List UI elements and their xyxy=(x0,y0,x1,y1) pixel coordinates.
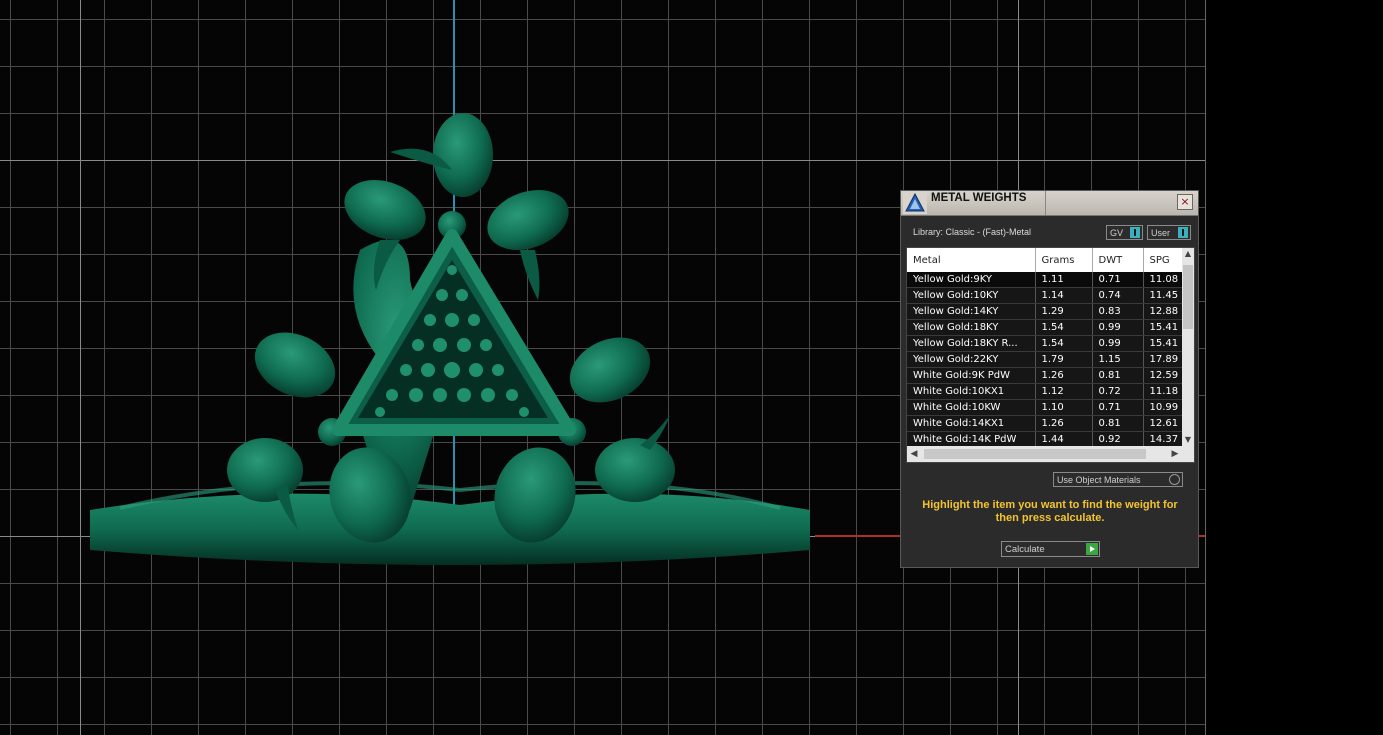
use-object-materials-option[interactable]: Use Object Materials xyxy=(1053,472,1183,487)
instruction-text: Highlight the item you want to find the … xyxy=(922,499,1178,524)
metal-cell: Yellow Gold:14KY xyxy=(907,303,1036,320)
vertical-scrollbar[interactable]: ▲ ▼ xyxy=(1182,248,1194,446)
close-button[interactable]: × xyxy=(1177,194,1193,210)
metal-cell: White Gold:9K PdW xyxy=(907,367,1036,384)
dwt-cell: 0.99 xyxy=(1092,335,1144,352)
spg-cell: 12.88 xyxy=(1143,303,1185,320)
metal-cell: Yellow Gold:9KY xyxy=(907,272,1036,288)
table-header-row: Metal Grams DWT SPG xyxy=(907,248,1185,272)
table-row[interactable]: Yellow Gold:18KY 1.54 0.99 15.41 xyxy=(907,319,1185,336)
table-row[interactable]: Yellow Gold:10KY 1.14 0.74 11.45 xyxy=(907,287,1185,304)
spg-cell: 11.45 xyxy=(1143,287,1185,304)
metal-weights-dialog: METAL WEIGHTS × Library: Classic - (Fast… xyxy=(900,190,1199,568)
grams-cell: 1.54 xyxy=(1035,335,1093,352)
scroll-right-icon[interactable]: ▶ xyxy=(1168,446,1182,462)
grams-cell: 1.29 xyxy=(1035,303,1093,320)
spg-cell: 12.59 xyxy=(1143,367,1185,384)
column-header-metal[interactable]: Metal xyxy=(907,248,1036,272)
radio-icon xyxy=(1169,474,1180,485)
metal-cell: White Gold:10KW xyxy=(907,399,1036,416)
column-header-dwt[interactable]: DWT xyxy=(1092,248,1144,272)
calculate-button[interactable]: Calculate xyxy=(1001,541,1100,557)
spg-cell: 11.08 xyxy=(1143,272,1185,288)
grams-cell: 1.14 xyxy=(1035,287,1093,304)
grams-cell: 1.54 xyxy=(1035,319,1093,336)
toggle-switch-icon xyxy=(1130,227,1140,238)
dwt-cell: 0.72 xyxy=(1092,383,1144,400)
metal-cell: White Gold:14KX1 xyxy=(907,415,1036,432)
grams-cell: 1.11 xyxy=(1035,272,1093,288)
dwt-cell: 0.81 xyxy=(1092,415,1144,432)
table-row[interactable]: Yellow Gold:22KY 1.79 1.15 17.89 xyxy=(907,351,1185,368)
spg-cell: 10.99 xyxy=(1143,399,1185,416)
spg-cell: 12.61 xyxy=(1143,415,1185,432)
table-row[interactable]: White Gold:9K PdW 1.26 0.81 12.59 xyxy=(907,367,1185,384)
dialog-title: METAL WEIGHTS xyxy=(931,191,1046,215)
grams-cell: 1.10 xyxy=(1035,399,1093,416)
play-arrow-icon xyxy=(1086,543,1098,555)
metal-cell: Yellow Gold:18KY R... xyxy=(907,335,1036,352)
dwt-cell: 0.83 xyxy=(1092,303,1144,320)
metal-cell: Yellow Gold:18KY xyxy=(907,319,1036,336)
column-header-grams[interactable]: Grams xyxy=(1035,248,1093,272)
use-object-materials-label: Use Object Materials xyxy=(1057,475,1141,485)
dwt-cell: 0.81 xyxy=(1092,367,1144,384)
grams-cell: 1.26 xyxy=(1035,367,1093,384)
table-row[interactable]: Yellow Gold:18KY R... 1.54 0.99 15.41 xyxy=(907,335,1185,352)
dialog-titlebar[interactable]: METAL WEIGHTS × xyxy=(901,191,1198,216)
scroll-left-icon[interactable]: ◀ xyxy=(907,446,921,462)
toggle-switch-icon xyxy=(1178,227,1188,238)
spg-cell: 17.89 xyxy=(1143,351,1185,368)
grams-cell: 1.79 xyxy=(1035,351,1093,368)
metal-cell: Yellow Gold:10KY xyxy=(907,287,1036,304)
grams-cell: 1.26 xyxy=(1035,415,1093,432)
dwt-cell: 1.15 xyxy=(1092,351,1144,368)
calculate-label: Calculate xyxy=(1005,544,1045,555)
metal-table-container: Metal Grams DWT SPG Yellow Gold:9KY 1.11 0… xyxy=(906,247,1195,463)
table-row[interactable]: Yellow Gold:14KY 1.29 0.83 12.88 xyxy=(907,303,1185,320)
dwt-cell: 0.99 xyxy=(1092,319,1144,336)
table-row[interactable]: White Gold:14KX1 1.26 0.81 12.61 xyxy=(907,415,1185,432)
table-row[interactable]: Yellow Gold:9KY 1.11 0.71 11.08 xyxy=(907,272,1185,288)
viewport-border xyxy=(1205,0,1206,735)
spg-cell: 11.18 xyxy=(1143,383,1185,400)
column-header-spg[interactable]: SPG xyxy=(1143,248,1185,272)
library-label: Library: Classic - (Fast)-Metal xyxy=(913,227,1032,237)
gv-toggle[interactable]: GV xyxy=(1106,225,1143,240)
metal-cell: White Gold:10KX1 xyxy=(907,383,1036,400)
dwt-cell: 0.71 xyxy=(1092,399,1144,416)
user-toggle[interactable]: User xyxy=(1147,225,1191,240)
scroll-thumb[interactable] xyxy=(924,449,1146,459)
scroll-thumb[interactable] xyxy=(1183,265,1193,329)
table-row[interactable]: White Gold:10KX1 1.12 0.72 11.18 xyxy=(907,383,1185,400)
grams-cell: 1.12 xyxy=(1035,383,1093,400)
scroll-down-icon[interactable]: ▼ xyxy=(1182,434,1194,446)
app-logo-icon xyxy=(903,192,927,214)
gv-toggle-label: GV xyxy=(1110,228,1124,238)
scroll-up-icon[interactable]: ▲ xyxy=(1182,248,1194,260)
horizontal-scrollbar[interactable]: ◀ ▶ xyxy=(907,446,1194,462)
dwt-cell: 0.74 xyxy=(1092,287,1144,304)
spg-cell: 15.41 xyxy=(1143,335,1185,352)
metal-table: Metal Grams DWT SPG Yellow Gold:9KY 1.11 0… xyxy=(907,248,1185,448)
metal-cell: Yellow Gold:22KY xyxy=(907,351,1036,368)
spg-cell: 15.41 xyxy=(1143,319,1185,336)
ring-model[interactable] xyxy=(80,110,820,570)
table-row[interactable]: White Gold:10KW 1.10 0.71 10.99 xyxy=(907,399,1185,416)
user-toggle-label: User xyxy=(1151,228,1171,238)
dwt-cell: 0.71 xyxy=(1092,272,1144,288)
